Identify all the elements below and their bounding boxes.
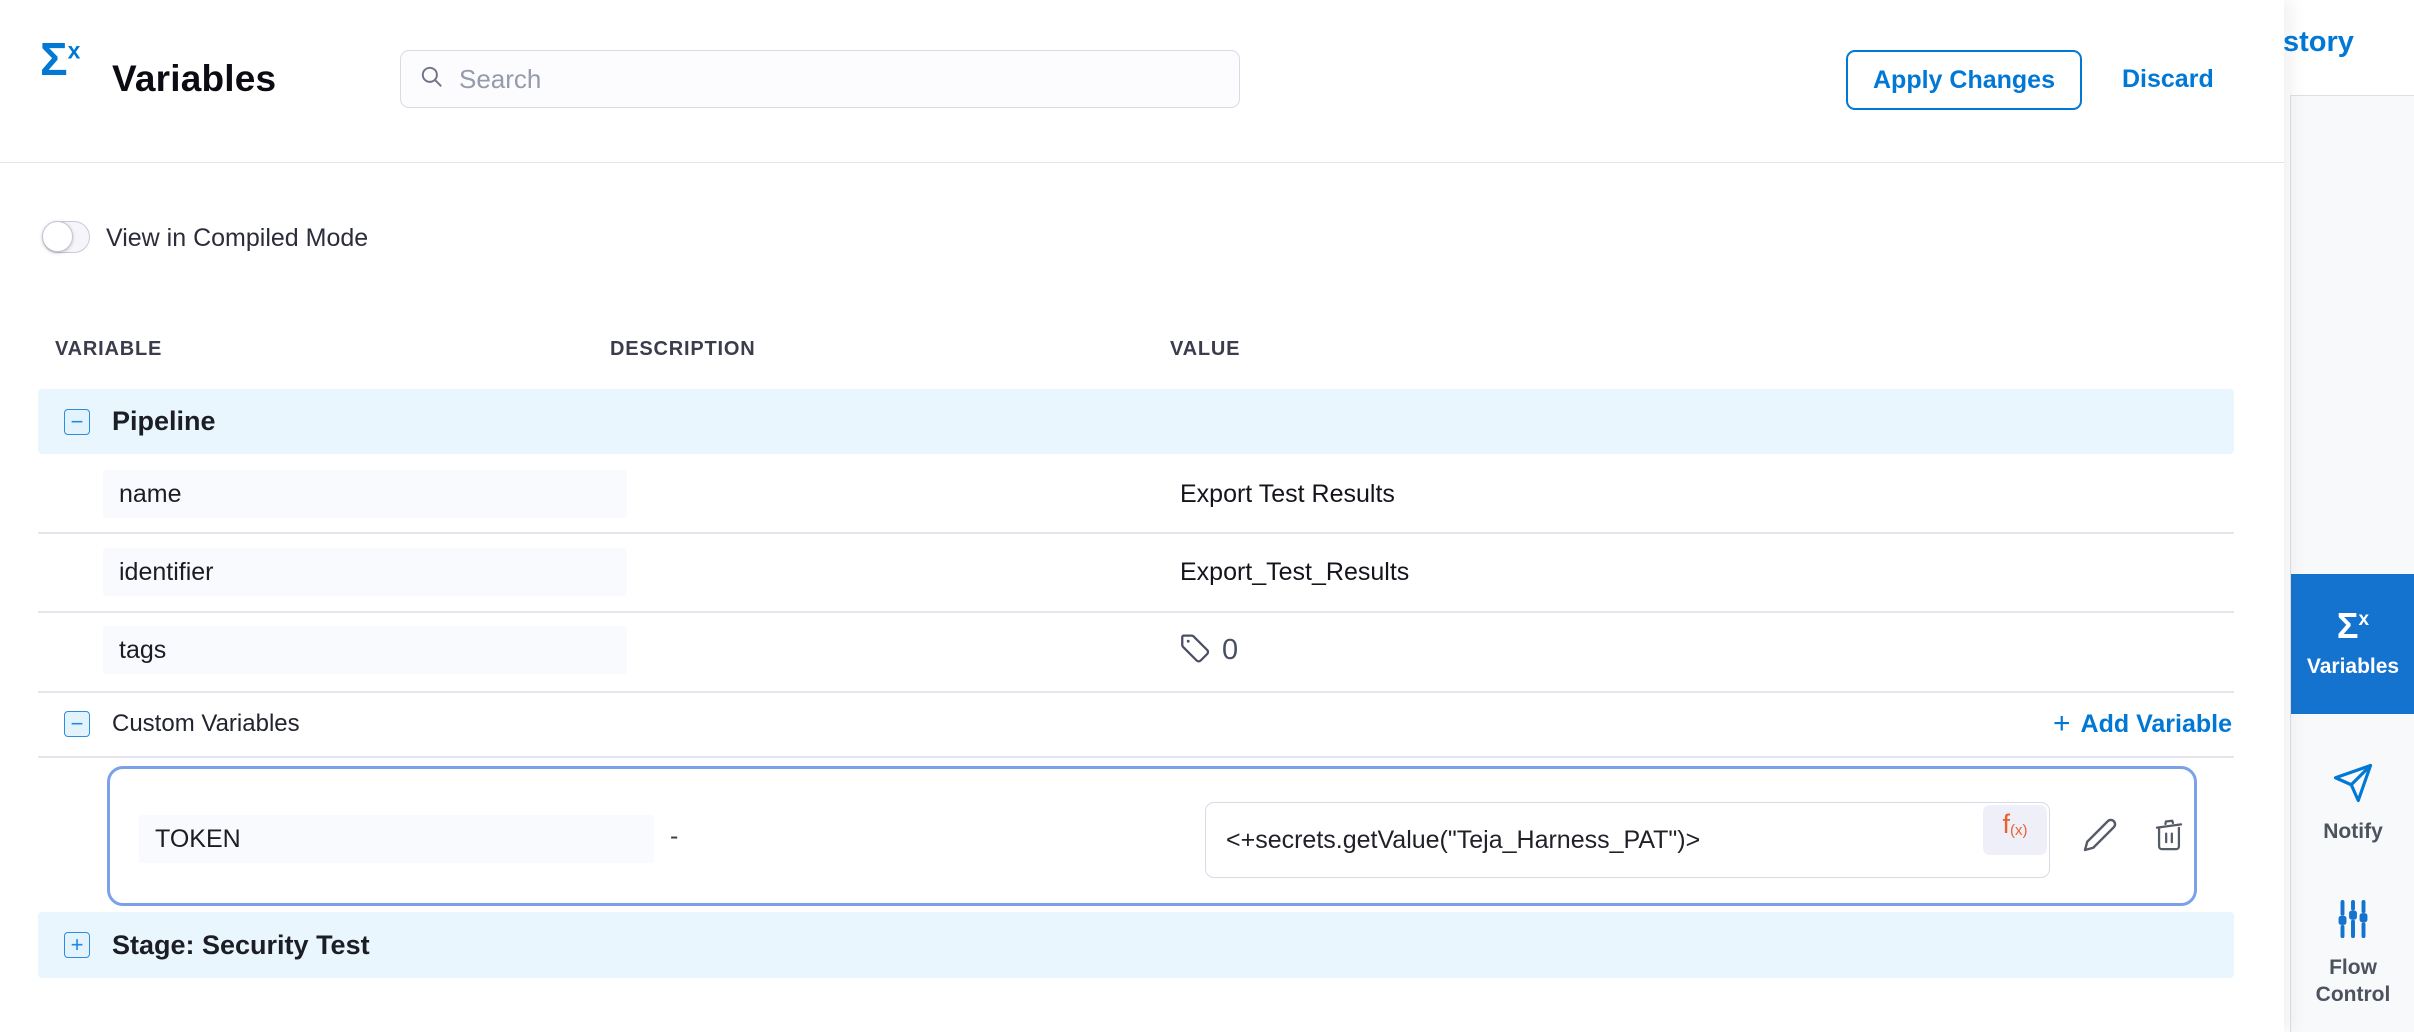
search-icon: [419, 64, 445, 95]
rail-tab-notify[interactable]: Notify: [2291, 741, 2414, 866]
add-variable-button[interactable]: + Add Variable: [2053, 692, 2232, 756]
compiled-mode-label: View in Compiled Mode: [106, 224, 368, 253]
edit-variable-button[interactable]: [2082, 769, 2118, 903]
search-input[interactable]: [459, 64, 1221, 95]
column-header-variable: VARIABLE: [55, 338, 162, 361]
row-divider: [38, 756, 2234, 758]
tag-icon: [1178, 631, 1212, 670]
section-stage[interactable]: + Stage: Security Test: [38, 912, 2234, 978]
variable-value: Export_Test_Results: [1180, 558, 1409, 587]
paper-plane-icon: [2332, 762, 2374, 809]
column-header-value: VALUE: [1170, 338, 1240, 361]
page-title: Variables: [112, 58, 276, 100]
compiled-mode-toggle[interactable]: [42, 221, 90, 253]
variable-name-field: identifier: [103, 548, 627, 596]
variable-value: Export Test Results: [1180, 480, 1395, 509]
row-divider: [38, 532, 2234, 534]
variable-description: -: [670, 769, 678, 903]
sigma-icon: Σx: [2337, 608, 2369, 644]
section-custom-variables-label: Custom Variables: [112, 710, 300, 738]
delete-variable-button[interactable]: [2152, 769, 2186, 903]
tags-count: 0: [1222, 634, 1238, 667]
variable-value-input-wrapper: f (x): [1205, 802, 2050, 878]
section-pipeline[interactable]: − Pipeline: [38, 389, 2234, 454]
tags-value: 0: [1178, 631, 1238, 670]
rail-tab-notify-label: Notify: [2323, 819, 2383, 845]
column-header-description: DESCRIPTION: [610, 338, 755, 361]
rail-tab-variables-label: Variables: [2307, 654, 2399, 680]
expression-fx-badge[interactable]: f (x): [1983, 805, 2047, 855]
expand-icon[interactable]: +: [64, 932, 90, 958]
collapse-icon[interactable]: −: [64, 409, 90, 435]
section-stage-label: Stage: Security Test: [112, 930, 370, 961]
apply-changes-button[interactable]: Apply Changes: [1846, 50, 2082, 110]
variable-name-field: TOKEN: [139, 815, 654, 863]
variables-drawer: Σx Variables Apply Changes Discard View …: [0, 0, 2284, 1032]
custom-variable-row: TOKEN - f (x): [107, 766, 2197, 906]
rail-tab-flow-control-label: Flow Control: [2308, 955, 2398, 1008]
pencil-icon: [2082, 817, 2118, 856]
rail-tab-flow-control[interactable]: Flow Control: [2291, 878, 2414, 1028]
sliders-icon: [2332, 898, 2374, 945]
history-link-clipped[interactable]: story: [2283, 26, 2354, 59]
toggle-knob: [42, 221, 73, 252]
row-divider: [38, 611, 2234, 613]
variable-name-field: tags: [103, 626, 627, 674]
search-box[interactable]: [400, 50, 1240, 108]
variable-name-field: name: [103, 470, 627, 518]
right-rail: Σx Variables Notify: [2290, 95, 2414, 1032]
variables-sigma-icon: Σx: [40, 36, 80, 82]
collapse-icon[interactable]: −: [64, 711, 90, 737]
plus-icon: +: [2053, 709, 2071, 739]
section-pipeline-label: Pipeline: [112, 406, 216, 437]
rail-tab-variables[interactable]: Σx Variables: [2291, 574, 2414, 714]
discard-button[interactable]: Discard: [2122, 65, 2214, 94]
section-custom-variables[interactable]: − Custom Variables + Add Variable: [38, 692, 2234, 756]
variable-value-input[interactable]: [1206, 803, 2049, 877]
trash-icon: [2152, 818, 2186, 855]
drawer-header: Σx Variables Apply Changes Discard: [0, 0, 2284, 163]
